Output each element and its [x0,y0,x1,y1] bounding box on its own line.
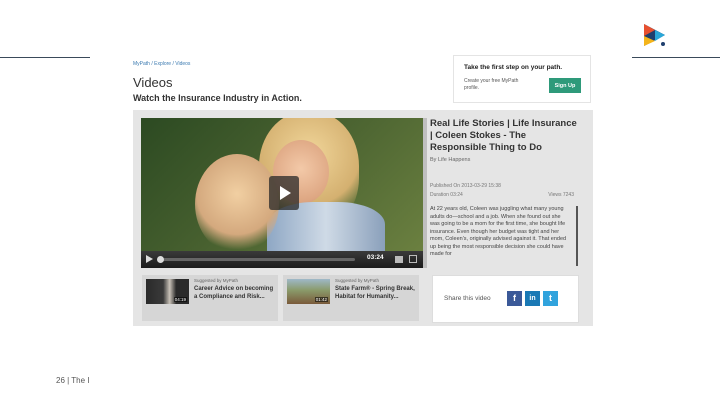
video-views: Views 7243 [548,192,574,198]
cta-text: Create your free MyPath profile. [464,78,519,91]
play-icon[interactable] [269,176,299,210]
suggested-duration-1: 04:19 [173,297,187,302]
seek-bar[interactable] [157,256,355,263]
presentation-logo-icon [644,24,665,46]
mypath-web-page: MyPath / Explore / Videos Videos Watch t… [133,52,593,326]
facebook-icon[interactable]: f [507,291,522,306]
video-panel: 03:24 Real Life Stories | Life Insurance… [133,110,593,326]
top-rule-left [0,57,90,58]
suggested-video-1[interactable]: 04:19 Suggested by MyPath Career Advice … [142,275,278,321]
video-frame[interactable] [141,118,423,251]
video-author[interactable]: By Life Happens [430,157,580,163]
video-duration: Duration 03:24 [430,192,463,198]
description-scrollbar[interactable] [576,206,578,266]
video-meta-row-1: Published On 2013-03-29 15:38 [430,183,580,189]
suggested-title-1[interactable]: Career Advice on becoming a Compliance a… [194,286,274,301]
video-description: At 22 years old, Coleen was juggling wha… [430,206,567,257]
cta-heading: Take the first step on your path. [464,64,563,71]
suggested-title-2[interactable]: State Farm® - Spring Break, Habitat for … [335,286,415,301]
top-rule-right [632,57,720,58]
suggested-duration-2: 01:42 [314,297,328,302]
linkedin-icon[interactable]: in [525,291,540,306]
suggested-thumbnail-2[interactable]: 01:42 [287,279,330,304]
video-still-child [195,154,279,251]
control-play-icon[interactable] [146,255,153,263]
suggested-label-1: Suggested by MyPath [194,278,239,283]
video-meta-row-2: Duration 03:24 Views 7243 [430,192,580,198]
sign-up-button[interactable]: Sign Up [549,78,581,93]
breadcrumb[interactable]: MyPath / Explore / Videos [133,61,190,67]
slide-footer: 26 | The I [56,376,90,385]
video-time: 03:24 [367,254,384,261]
fullscreen-icon[interactable] [409,255,417,263]
signup-cta-box: Take the first step on your path. Create… [453,55,591,103]
page-title: Videos [133,75,173,90]
player-controls: 03:24 [141,251,423,268]
share-label: Share this video [444,295,491,302]
twitter-icon[interactable]: t [543,291,558,306]
player-scrollbar[interactable] [423,118,427,268]
video-info: Real Life Stories | Life Insurance | Col… [430,118,580,268]
volume-icon[interactable] [395,256,403,263]
seek-handle[interactable] [157,256,164,263]
video-player[interactable]: 03:24 [141,118,423,268]
share-box: Share this video f in t [432,275,579,323]
suggested-label-2: Suggested by MyPath [335,278,380,283]
page-subtitle: Watch the Insurance Industry in Action. [133,93,302,103]
suggested-video-2[interactable]: 01:42 Suggested by MyPath State Farm® - … [283,275,419,321]
video-published: Published On 2013-03-29 15:38 [430,183,501,189]
video-title: Real Life Stories | Life Insurance | Col… [430,118,577,153]
suggested-thumbnail-1[interactable]: 04:19 [146,279,189,304]
